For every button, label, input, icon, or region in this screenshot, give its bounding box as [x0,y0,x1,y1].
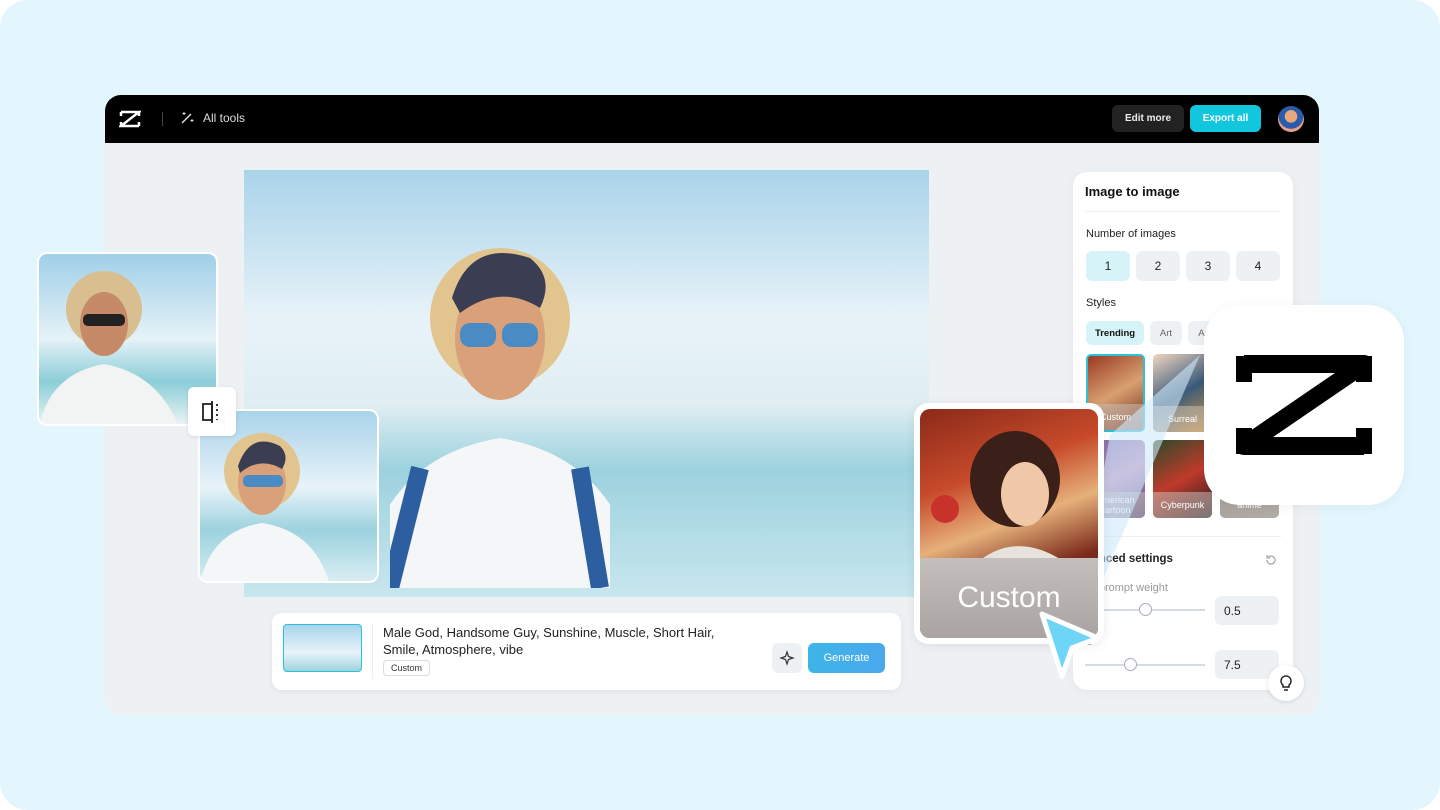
capcut-logo-icon [1236,355,1372,455]
compare-split-icon [202,400,218,423]
styles-label: Styles [1086,297,1116,309]
generated-person-illustration [390,248,610,588]
lightbulb-icon [1280,675,1292,691]
magic-prompt-button[interactable] [772,643,802,673]
number-option-2[interactable]: 2 [1136,251,1180,281]
custom-style-image: Custom [920,409,1098,638]
sparkle-wand-icon [779,650,795,666]
number-option-3[interactable]: 3 [1186,251,1230,281]
tab-art[interactable]: Art [1150,321,1182,345]
user-avatar[interactable] [1278,106,1304,132]
prompt-input[interactable]: Male God, Handsome Guy, Sunshine, Muscle… [383,624,753,658]
divider [162,112,163,126]
reset-icon[interactable] [1264,553,1278,567]
prompt-weight-value[interactable]: 0.5 [1215,596,1279,625]
prompt-bar: Male God, Handsome Guy, Sunshine, Muscle… [272,613,901,690]
capcut-app-logo [1204,305,1404,505]
number-option-1[interactable]: 1 [1086,251,1130,281]
tab-trending[interactable]: Trending [1086,321,1144,345]
divider [1085,211,1281,212]
style-tag[interactable]: Custom [383,660,431,676]
preview-person-illustration [200,433,329,581]
export-all-button[interactable]: Export all [1190,105,1261,132]
tips-button[interactable] [1268,665,1304,701]
reference-thumbnail[interactable] [283,624,362,672]
number-option-4[interactable]: 4 [1236,251,1280,281]
magic-wand-icon [181,112,194,124]
compare-button[interactable] [188,387,236,436]
divider [372,623,373,679]
all-tools-button[interactable]: All tools [180,110,245,125]
panel-title: Image to image [1085,184,1180,199]
edit-more-button[interactable]: Edit more [1112,105,1184,132]
generate-button[interactable]: Generate [808,643,885,673]
number-of-images-label: Number of images [1086,228,1176,240]
all-tools-label: All tools [203,110,246,125]
top-bar: All tools Edit more Export all [105,95,1319,143]
capcut-logo-icon[interactable] [119,109,141,129]
cursor-pointer-icon [1039,611,1101,679]
